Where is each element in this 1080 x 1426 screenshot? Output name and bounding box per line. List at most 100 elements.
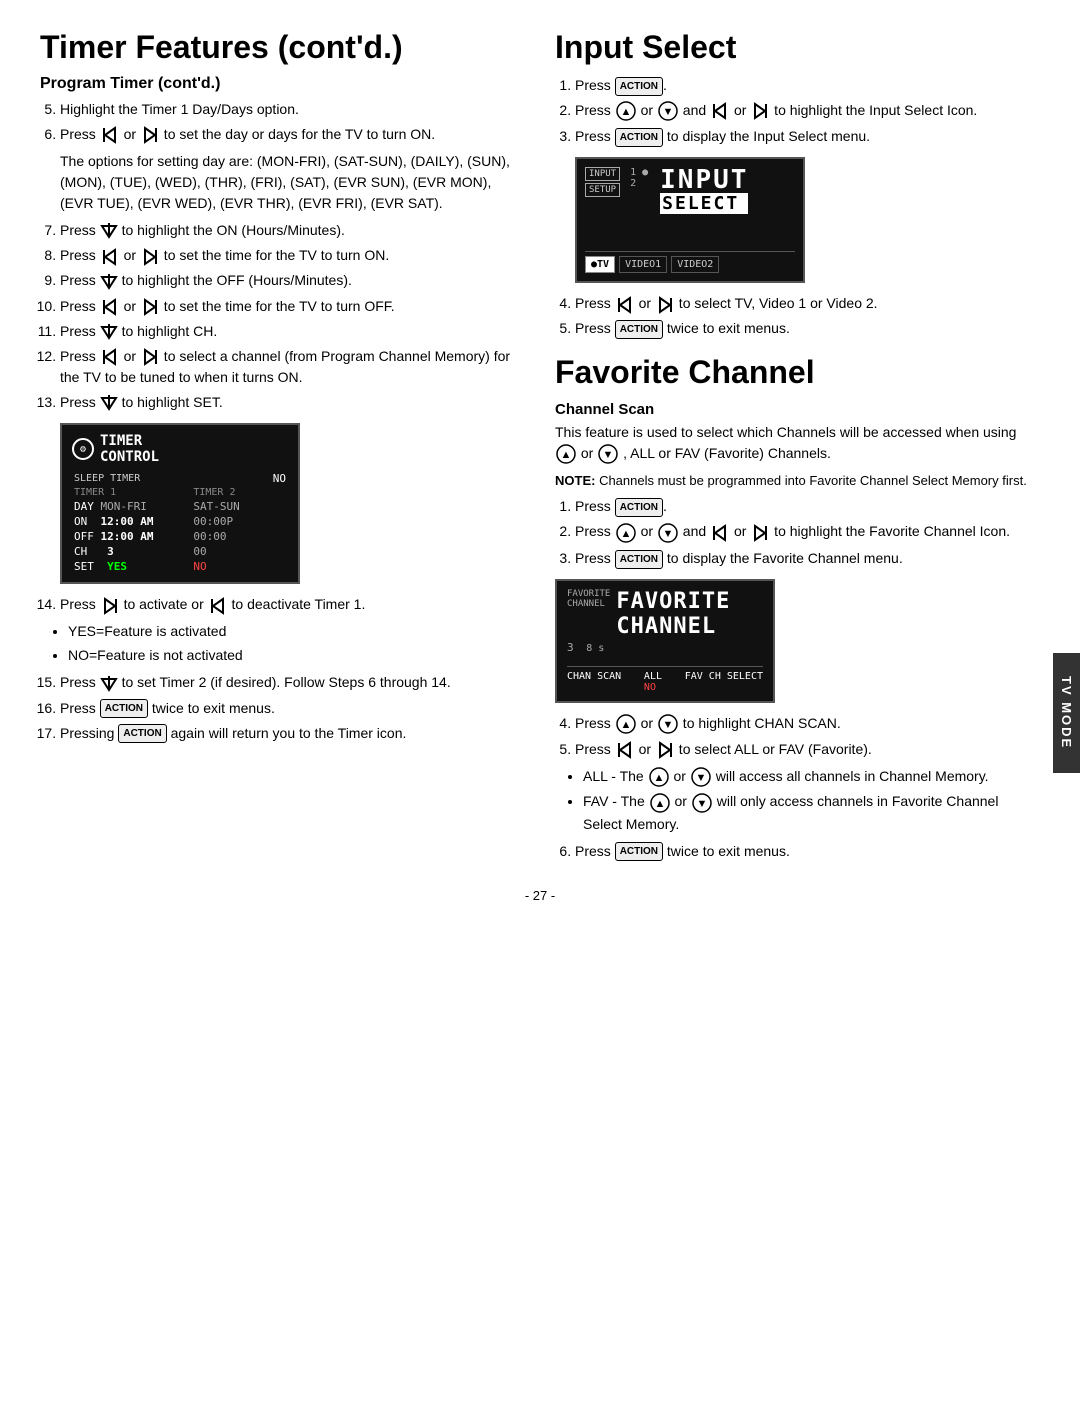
input-step-3: Press ACTION to display the Input Select… — [575, 126, 1040, 147]
screen-number-1: 1 ● — [630, 167, 648, 178]
fav-screen-num: 3 8 s — [567, 641, 763, 654]
fav-num-8s: 8 s — [580, 643, 604, 654]
fav-tag-channel: CHANNEL — [567, 599, 610, 609]
fav-subtitle: Channel Scan — [555, 401, 1040, 418]
fav-screen-title-1: FAVORITE — [616, 589, 730, 614]
action-btn-fav-1: ACTION — [615, 498, 663, 517]
ch-row-2: 00 — [191, 544, 263, 559]
off-row-2: 00:00 — [191, 529, 263, 544]
svg-text:▼: ▼ — [695, 772, 706, 784]
action-btn-input-1: ACTION — [615, 77, 663, 96]
step-8: Press or to set the time for the TV to t… — [60, 245, 525, 266]
action-btn-input-5: ACTION — [615, 320, 663, 339]
action-btn-fav-6: ACTION — [615, 842, 663, 861]
timer-steps-list-2: Press to highlight the ON (Hours/Minutes… — [60, 220, 525, 413]
step-6-text: Press or to set the day or days for the … — [60, 126, 435, 142]
input-sub-text: SELECT — [660, 193, 748, 214]
fav-note: NOTE: Channels must be programmed into F… — [555, 471, 1040, 491]
fav-step-6: Press ACTION twice to exit menus. — [575, 841, 1040, 862]
fav-screen-main: FAVORITE CHANNEL — [616, 589, 730, 639]
no-label-1: NO — [263, 471, 288, 486]
svg-text:▲: ▲ — [620, 719, 631, 731]
on-row-1: ON 12:00 AM — [72, 514, 191, 529]
page-number: - 27 - — [40, 888, 1040, 903]
fav-chan-scan-sub — [567, 682, 621, 693]
sleep-timer-label: SLEEP TIMER — [72, 471, 263, 486]
fav-select-label: FAV CH SELECT — [685, 671, 763, 682]
action-btn-16: ACTION — [100, 699, 148, 718]
set-row-1: SET YES — [72, 559, 191, 574]
step-6: Press or to set the day or days for the … — [60, 124, 525, 145]
fav-step-1: Press ACTION. — [575, 496, 1040, 517]
fav-all-label: ALL — [644, 671, 662, 682]
timer1-label: TIMER 1 — [72, 486, 191, 499]
action-btn-fav-3: ACTION — [615, 550, 663, 569]
ch-row-1: CH 3 — [72, 544, 191, 559]
input-steps-list-2: Press or to select TV, Video 1 or Video … — [575, 293, 1040, 339]
timer-table: SLEEP TIMER NO TIMER 1 TIMER 2 DAY MON-F… — [72, 471, 288, 574]
step-12: Press or to select a channel (from Progr… — [60, 346, 525, 388]
step-13: Press to highlight SET. — [60, 392, 525, 413]
no-bullet: NO=Feature is not activated — [68, 645, 525, 666]
right-title: Input Select — [555, 30, 1040, 65]
fav-chan-scan-item: CHAN SCAN — [567, 671, 621, 693]
tv-mode-sidebar: TV MODE — [1053, 653, 1080, 773]
right-column: Input Select Press ACTION. Press ▲ or ▼ … — [555, 30, 1040, 868]
fav-chan-scan-label: CHAN SCAN — [567, 671, 621, 682]
input-screen-header: INPUT SETUP 1 ● 2 INPUT SELECT — [585, 167, 795, 214]
set-row-2: NO — [191, 559, 263, 574]
svg-text:▼: ▼ — [662, 528, 673, 540]
input-step-5: Press ACTION twice to exit menus. — [575, 318, 1040, 339]
timer-control-screen: ⚙ TIMERCONTROL SLEEP TIMER NO TIMER 1 TI… — [60, 423, 300, 584]
svg-text:▲: ▲ — [654, 798, 665, 810]
yes-no-bullets: YES=Feature is activated NO=Feature is n… — [68, 621, 525, 666]
input-steps-list: Press ACTION. Press ▲ or ▼ and or to hig… — [575, 75, 1040, 147]
yes-bullet: YES=Feature is activated — [68, 621, 525, 642]
fav-screen-tags: FAVORITE CHANNEL — [567, 589, 610, 639]
day-row-2: SAT-SUN — [191, 499, 263, 514]
input-step-2: Press ▲ or ▼ and or to highlight the Inp… — [575, 100, 1040, 122]
fav-bullet-fav: FAV - The ▲ or ▼ will only access channe… — [583, 791, 1040, 834]
screen-spacer — [585, 218, 795, 248]
fav-num-3: 3 — [567, 641, 574, 654]
step-16: Press ACTION twice to exit menus. — [60, 698, 525, 719]
fav-tag-favorite: FAVORITE — [567, 589, 610, 599]
fav-steps-list-2: Press ▲ or ▼ to highlight CHAN SCAN. Pre… — [575, 713, 1040, 760]
left-column: Timer Features (cont'd.) Program Timer (… — [40, 30, 525, 868]
left-title: Timer Features (cont'd.) — [40, 30, 525, 65]
fav-step-4: Press ▲ or ▼ to highlight CHAN SCAN. — [575, 713, 1040, 735]
setup-tag: SETUP — [585, 183, 620, 197]
svg-text:▼: ▼ — [662, 719, 673, 731]
fav-all-item: ALL NO — [644, 671, 662, 693]
step-14: Press to activate or to deactivate Timer… — [60, 594, 525, 615]
input-bottom-row: ●TV VIDEO1 VIDEO2 — [585, 251, 795, 273]
video2-option: VIDEO2 — [671, 256, 719, 273]
step-11: Press to highlight CH. — [60, 321, 525, 342]
off-row-1: OFF 12:00 AM — [72, 529, 191, 544]
input-select-screen: INPUT SETUP 1 ● 2 INPUT SELECT ●TV VIDEO… — [575, 157, 805, 283]
timer2-label: TIMER 2 — [191, 486, 263, 499]
fav-title: Favorite Channel — [555, 355, 1040, 390]
svg-text:▼: ▼ — [603, 449, 614, 461]
screen-number-2: 2 — [630, 178, 648, 189]
timer-steps-list-4: Press to set Timer 2 (if desired). Follo… — [60, 672, 525, 743]
timer-logo: ⚙ — [72, 438, 94, 460]
step-7: Press to highlight the ON (Hours/Minutes… — [60, 220, 525, 241]
tv-mode-label: TV MODE — [1059, 676, 1074, 749]
input-step-4: Press or to select TV, Video 1 or Video … — [575, 293, 1040, 314]
input-tag: INPUT — [585, 167, 620, 181]
step-15: Press to set Timer 2 (if desired). Follo… — [60, 672, 525, 693]
left-subtitle: Program Timer (cont'd.) — [40, 75, 525, 93]
svg-text:▼: ▼ — [696, 798, 707, 810]
fav-steps-list: Press ACTION. Press ▲ or ▼ and or to hig… — [575, 496, 1040, 568]
fav-steps-list-3: Press ACTION twice to exit menus. — [575, 841, 1040, 862]
step-17: Pressing ACTION again will return you to… — [60, 723, 525, 744]
input-step-1: Press ACTION. — [575, 75, 1040, 96]
svg-text:▲: ▲ — [653, 772, 664, 784]
fav-intro-text: This feature is used to select which Cha… — [555, 422, 1040, 465]
fav-screen-title-2: CHANNEL — [616, 614, 730, 639]
step-10: Press or to set the time for the TV to t… — [60, 296, 525, 317]
fav-step-3: Press ACTION to display the Favorite Cha… — [575, 548, 1040, 569]
step-5-text: Highlight the Timer 1 Day/Days option. — [60, 101, 299, 117]
day-options-text: The options for setting day are: (MON-FR… — [60, 151, 525, 214]
